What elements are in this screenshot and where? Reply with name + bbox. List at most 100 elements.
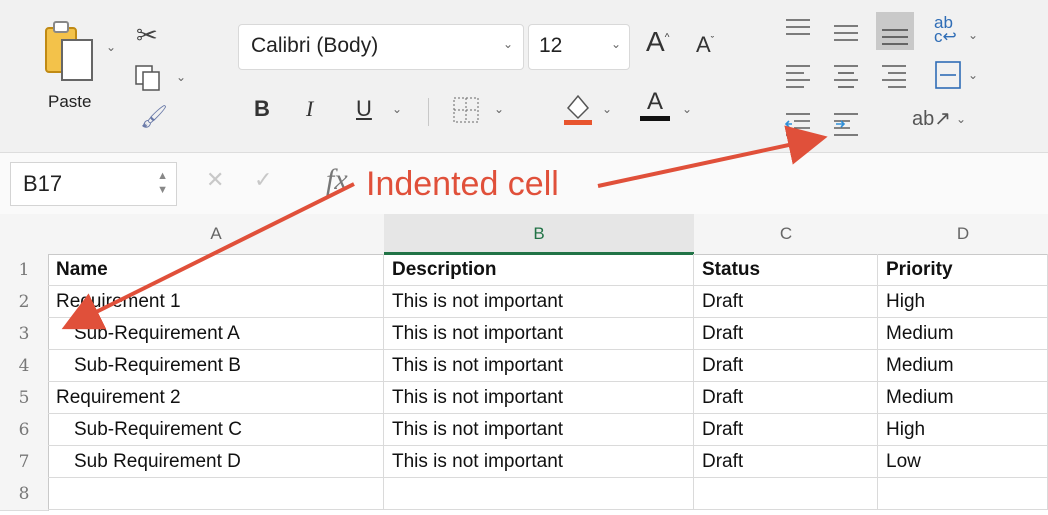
font-color-icon[interactable]: A: [640, 88, 670, 121]
cell-d7[interactable]: Low: [878, 446, 1048, 478]
cell-c6[interactable]: Draft: [694, 414, 878, 446]
bold-button[interactable]: B: [254, 96, 270, 122]
cell-b6[interactable]: This is not important: [384, 414, 694, 446]
row-header[interactable]: 3: [0, 318, 49, 351]
chevron-down-icon[interactable]: ⌄: [176, 70, 186, 84]
worksheet-grid: A B C D 1 Name Description Status Priority 2 Requi…: [0, 214, 1048, 515]
underline-button[interactable]: U: [356, 96, 372, 122]
cell-b8[interactable]: [384, 478, 694, 510]
chevron-down-icon: ⌄: [503, 37, 514, 51]
cell-c8[interactable]: [694, 478, 878, 510]
column-header-b[interactable]: B: [384, 214, 695, 255]
font-name-value: Calibri (Body): [251, 34, 379, 57]
cell-a6[interactable]: Sub-Requirement C: [48, 414, 384, 446]
column-header-c[interactable]: C: [694, 214, 879, 255]
cell-d1[interactable]: Priority: [878, 254, 1048, 286]
orientation-icon[interactable]: ab↗: [912, 106, 951, 131]
paste-label: Paste: [48, 92, 92, 111]
increase-font-size-button[interactable]: A^: [646, 26, 669, 58]
decrease-indent-button[interactable]: [786, 110, 812, 138]
chevron-down-icon[interactable]: ⌄: [956, 112, 966, 126]
cell-a8[interactable]: [48, 478, 384, 510]
chevron-down-icon: ⌄: [106, 40, 117, 54]
increase-font-glyph: A: [646, 26, 665, 57]
chevron-down-icon[interactable]: ⌄: [968, 28, 978, 42]
chevron-down-icon[interactable]: ⌄: [968, 68, 978, 82]
cell-d2[interactable]: High: [878, 286, 1048, 318]
font-color-glyph: A: [646, 88, 663, 115]
cell-a1[interactable]: Name: [48, 254, 384, 286]
decrease-font-glyph: A: [696, 32, 711, 57]
name-box-value: B17: [23, 171, 63, 196]
chevron-down-icon[interactable]: ⌄: [392, 102, 402, 116]
row-header[interactable]: 6: [0, 414, 49, 447]
insert-function-button[interactable]: fx: [326, 163, 348, 197]
wrap-text-button[interactable]: ab c↩: [934, 13, 957, 45]
row-header[interactable]: 5: [0, 382, 49, 415]
cell-b3[interactable]: This is not important: [384, 318, 694, 350]
align-top-button[interactable]: [786, 16, 812, 40]
column-header-a[interactable]: A: [48, 214, 385, 255]
italic-button[interactable]: I: [306, 96, 313, 122]
name-box[interactable]: B17 ▲ ▼: [10, 162, 177, 206]
separator: [428, 98, 429, 126]
cell-b5[interactable]: This is not important: [384, 382, 694, 414]
italic-glyph: I: [306, 96, 314, 121]
chevron-down-icon: ⌄: [611, 37, 622, 51]
cell-c4[interactable]: Draft: [694, 350, 878, 382]
cell-d5[interactable]: Medium: [878, 382, 1048, 414]
underline-glyph: U: [356, 96, 372, 121]
stepper-icon[interactable]: ▲ ▼: [157, 163, 168, 197]
cut-icon[interactable]: ✂: [136, 20, 158, 51]
format-painter-icon[interactable]: 🖌: [140, 104, 168, 130]
ribbon-toolbar: ⌄ Paste ✂ ⌄ 🖌 Calibri (Body) ⌄ 12 ⌄ A^ A…: [0, 0, 1048, 152]
chevron-down-icon[interactable]: ⌄: [602, 102, 612, 116]
cell-d8[interactable]: [878, 478, 1048, 510]
align-middle-button[interactable]: [834, 20, 860, 44]
borders-icon[interactable]: [452, 96, 480, 129]
copy-icon[interactable]: [134, 64, 162, 97]
font-name-select[interactable]: Calibri (Body) ⌄: [238, 24, 524, 70]
increase-indent-button[interactable]: [834, 110, 860, 138]
cell-d3[interactable]: Medium: [878, 318, 1048, 350]
cell-c3[interactable]: Draft: [694, 318, 878, 350]
cell-a5[interactable]: Requirement 2: [48, 382, 384, 414]
cell-d6[interactable]: High: [878, 414, 1048, 446]
bold-glyph: B: [254, 96, 270, 121]
cell-a2[interactable]: Requirement 1: [48, 286, 384, 318]
annotation-label: Indented cell: [362, 164, 563, 204]
paste-icon: [45, 21, 93, 81]
fx-label: fx: [326, 163, 348, 196]
font-size-value: 12: [539, 34, 563, 57]
cell-d4[interactable]: Medium: [878, 350, 1048, 382]
merge-center-button[interactable]: [936, 62, 962, 90]
font-size-select[interactable]: 12 ⌄: [528, 24, 630, 70]
column-header-d[interactable]: D: [878, 214, 1048, 255]
cell-a3[interactable]: Sub-Requirement A: [48, 318, 384, 350]
enter-icon[interactable]: ✓: [254, 167, 272, 193]
cell-c7[interactable]: Draft: [694, 446, 878, 478]
cell-a7[interactable]: Sub Requirement D: [48, 446, 384, 478]
row-header[interactable]: 8: [0, 478, 49, 511]
cell-c2[interactable]: Draft: [694, 286, 878, 318]
cell-a4[interactable]: Sub-Requirement B: [48, 350, 384, 382]
cell-c1[interactable]: Status: [694, 254, 878, 286]
wrap-text-glyph: ab: [934, 13, 953, 32]
cell-b4[interactable]: This is not important: [384, 350, 694, 382]
chevron-down-icon[interactable]: ⌄: [682, 102, 692, 116]
chevron-down-icon[interactable]: ⌄: [494, 102, 504, 116]
cell-b1[interactable]: Description: [384, 254, 694, 286]
row-header[interactable]: 1: [0, 254, 49, 287]
cell-b2[interactable]: This is not important: [384, 286, 694, 318]
fill-color-icon[interactable]: [562, 90, 594, 131]
select-all-corner[interactable]: [0, 214, 49, 255]
row-header[interactable]: 7: [0, 446, 49, 479]
paste-button[interactable]: ⌄ Paste: [36, 18, 117, 118]
cancel-icon[interactable]: ✕: [206, 167, 224, 193]
row-header[interactable]: 4: [0, 350, 49, 383]
cell-b7[interactable]: This is not important: [384, 446, 694, 478]
cell-c5[interactable]: Draft: [694, 382, 878, 414]
decrease-font-size-button[interactable]: Aˇ: [696, 32, 714, 58]
align-bottom-button[interactable]: [876, 12, 914, 50]
row-header[interactable]: 2: [0, 286, 49, 319]
